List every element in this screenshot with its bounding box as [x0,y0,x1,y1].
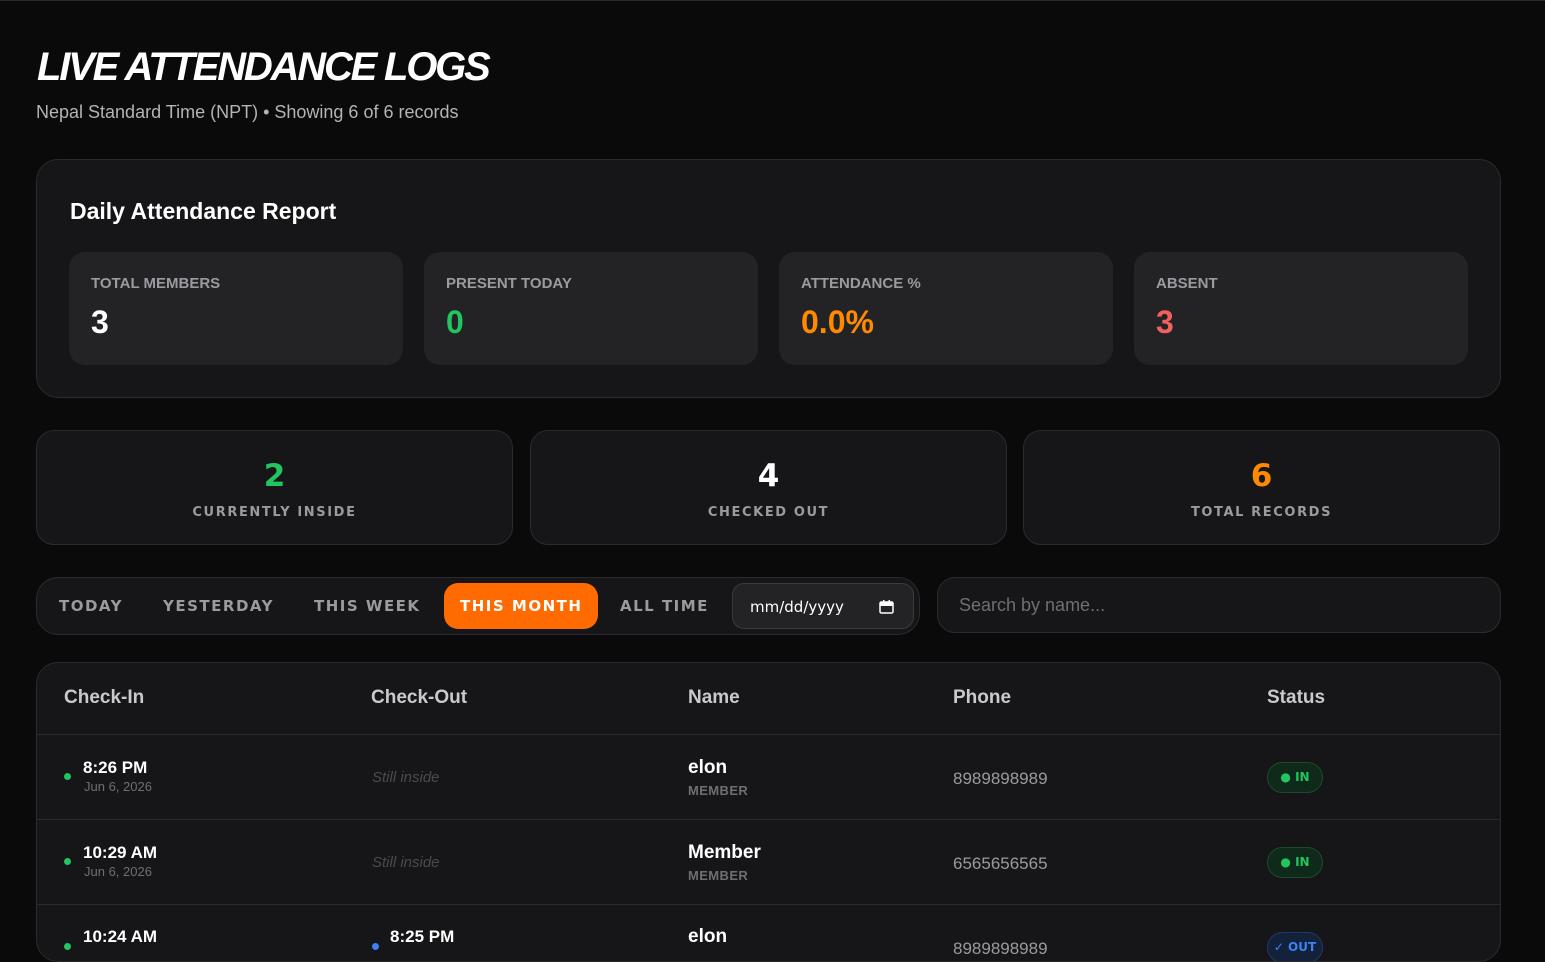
column-header-status: Status [1267,687,1326,708]
member-phone: 8989898989 [953,939,1048,958]
status-dot-icon [64,858,71,865]
filter-this-week-button[interactable]: THIS WEEK [298,583,437,629]
stat-value: 0.0% [801,304,874,340]
stat-absent: ABSENT 3 [1134,252,1468,365]
check-in-time: 8:26 PM [83,758,148,777]
status-badge: ● IN [1267,847,1323,878]
column-header-phone: Phone [953,687,1012,708]
search-box [937,577,1501,633]
column-header-check-out: Check-Out [371,687,468,708]
check-in-date: Jun 6, 2026 [84,779,152,794]
stat-total-members: TOTAL MEMBERS 3 [69,252,403,365]
column-header-name: Name [688,687,740,708]
filter-all-time-button[interactable]: ALL TIME [604,583,725,629]
member-phone: 8989898989 [953,769,1048,788]
summary-value: 2 [263,458,286,494]
member-name: Member [688,842,761,863]
member-role: MEMBER [688,868,749,883]
member-name: elon [688,757,728,778]
date-filter-bar: TODAY YESTERDAY THIS WEEK THIS MONTH ALL… [36,577,920,635]
table-row[interactable]: 10:29 AM Jun 6, 2026 Still inside Member… [37,819,1500,904]
stat-present-today: PRESENT TODAY 0 [424,252,758,365]
table-row[interactable]: 8:26 PM Jun 6, 2026 Still inside elon ME… [37,734,1500,819]
stat-value: 3 [91,304,109,340]
daily-report-card: Daily Attendance Report TOTAL MEMBERS 3 … [36,159,1501,398]
date-placeholder: mm/dd/yyyy [750,598,844,616]
check-out-time: 8:25 PM [390,927,455,946]
summary-label: CHECKED OUT [707,505,830,520]
check-out-value: Still inside [372,854,440,871]
summary-total-records: 6 TOTAL RECORDS [1023,430,1500,545]
date-picker-input[interactable]: mm/dd/yyyy [732,583,914,629]
search-input[interactable] [959,578,1479,632]
summary-label: CURRENTLY INSIDE [192,505,357,520]
stat-value: 3 [1156,304,1174,340]
filter-yesterday-button[interactable]: YESTERDAY [147,583,290,629]
check-in-time: 10:24 AM [83,927,158,946]
stat-label: ATTENDANCE % [801,275,921,292]
table-row[interactable]: 10:24 AM 8:25 PM elon 8989898989 ✓ OUT [37,904,1500,961]
attendance-table: Check-In Check-Out Name Phone Status 8:2… [36,662,1501,962]
status-badge: ✓ OUT [1267,932,1323,961]
checkout-dot-icon [372,943,379,950]
summary-label: TOTAL RECORDS [1190,505,1333,520]
page-title: LIVE ATTENDANCE LOGS [37,45,491,89]
stat-label: TOTAL MEMBERS [91,275,221,292]
column-header-check-in: Check-In [64,687,145,708]
stat-label: PRESENT TODAY [446,275,572,292]
check-in-date: Jun 6, 2026 [84,864,152,879]
member-phone: 6565656565 [953,854,1048,873]
status-dot-icon [64,773,71,780]
page-subtitle: Nepal Standard Time (NPT) • Showing 6 of… [36,102,459,122]
calendar-icon[interactable] [879,599,894,614]
status-dot-icon [64,943,71,950]
check-in-time: 10:29 AM [83,843,158,862]
summary-value: 6 [1250,458,1273,494]
attendance-page: LIVE ATTENDANCE LOGS Nepal Standard Time… [0,0,1545,962]
stat-label: ABSENT [1156,275,1218,292]
status-badge: ● IN [1267,762,1323,793]
stat-attendance-percent: ATTENDANCE % 0.0% [779,252,1113,365]
summary-value: 4 [757,458,780,494]
stat-value: 0 [446,304,464,340]
member-role: MEMBER [688,783,749,798]
summary-currently-inside: 2 CURRENTLY INSIDE [36,430,513,545]
summary-checked-out: 4 CHECKED OUT [530,430,1007,545]
check-out-value: Still inside [372,769,440,786]
report-title: Daily Attendance Report [70,198,337,224]
filter-today-button[interactable]: TODAY [43,583,139,629]
member-name: elon [688,926,728,947]
filter-this-month-button[interactable]: THIS MONTH [444,583,599,629]
